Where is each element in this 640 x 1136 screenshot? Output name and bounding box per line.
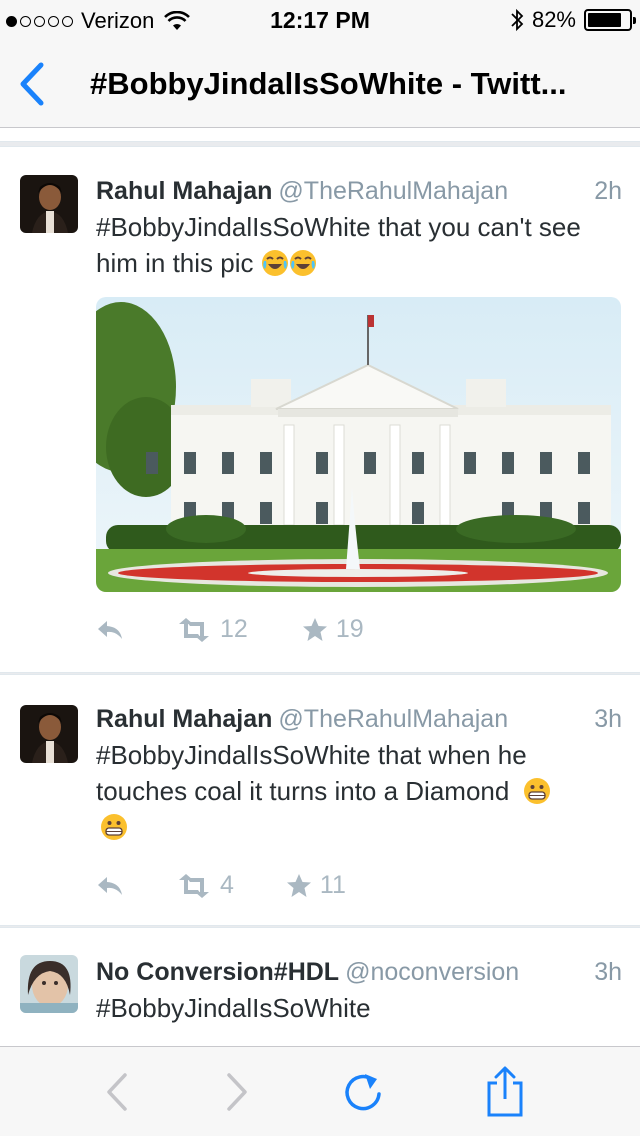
- retweet-button[interactable]: 12: [176, 615, 248, 644]
- tweet-time: 2h: [594, 177, 622, 205]
- grimacing-emoji: [523, 778, 550, 804]
- retweet-count: 4: [220, 871, 234, 899]
- avatar[interactable]: [20, 705, 78, 763]
- bluetooth-icon: [511, 8, 524, 32]
- back-button[interactable]: [12, 60, 52, 108]
- chevron-left-icon: [20, 62, 44, 106]
- previous-tweet-edge: [0, 128, 640, 142]
- reply-button[interactable]: [96, 875, 124, 897]
- tears-of-joy-emoji: [261, 250, 288, 276]
- author-handle[interactable]: @TheRahulMahajan: [278, 177, 508, 205]
- reload-icon: [345, 1074, 381, 1111]
- back-arrow-icon: [107, 1073, 127, 1111]
- grimacing-emoji: [101, 814, 127, 840]
- favorite-count: 19: [335, 615, 364, 643]
- battery-percent: 82%: [531, 7, 576, 32]
- avatar[interactable]: [20, 175, 78, 233]
- tears-of-joy-emoji: [289, 250, 316, 276]
- tweet-actions: 12 19: [96, 615, 364, 644]
- star-icon: [302, 617, 327, 641]
- retweet-count: 12: [220, 615, 248, 643]
- status-right: 82%: [510, 7, 636, 33]
- white-house-photo[interactable]: [96, 297, 621, 592]
- tweet-header: No Conversion#HDL @noconversion 3h: [96, 958, 622, 987]
- tweet-text-line: #BobbyJindalIsSoWhite that when he: [96, 740, 527, 770]
- author-name[interactable]: Rahul Mahajan: [96, 177, 272, 205]
- author-handle[interactable]: @TheRahulMahajan: [278, 705, 508, 733]
- tweet-text-line: touches coal it turns into a Diamond: [96, 776, 510, 806]
- tweet[interactable]: No Conversion#HDL @noconversion 3h #Bobby…: [0, 927, 640, 1046]
- retweet-icon: [179, 873, 209, 898]
- reply-icon: [98, 620, 122, 639]
- browser-forward-button[interactable]: [212, 1067, 262, 1117]
- tweet[interactable]: Rahul Mahajan @TheRahulMahajan 2h #BobbyJ…: [0, 146, 640, 673]
- tweet-text: #BobbyJindalIsSoWhite that when he touch…: [96, 737, 610, 845]
- reply-icon: [98, 876, 122, 895]
- tweet-time: 3h: [594, 705, 622, 733]
- browser-back-button[interactable]: [92, 1067, 142, 1117]
- tweet-text: #BobbyJindalIsSoWhite that you can't see…: [96, 209, 610, 281]
- favorite-button[interactable]: 19: [302, 615, 364, 644]
- tweet-feed[interactable]: Rahul Mahajan @TheRahulMahajan 2h #BobbyJ…: [0, 128, 640, 1046]
- share-icon: [487, 1066, 523, 1117]
- tweet-actions: 4 11: [96, 871, 346, 900]
- author-name[interactable]: Rahul Mahajan: [96, 705, 272, 733]
- retweet-icon: [179, 617, 209, 642]
- tweet-header: Rahul Mahajan @TheRahulMahajan 2h: [96, 177, 622, 206]
- status-bar: Verizon 12:17 PM 82%: [0, 0, 640, 40]
- star-icon: [286, 873, 311, 897]
- battery-icon: [584, 9, 636, 31]
- page-title: #BobbyJindalIsSoWhite - Twitt...: [90, 66, 567, 101]
- share-button[interactable]: [480, 1066, 530, 1117]
- browser-toolbar: [0, 1046, 640, 1136]
- navigation-bar: #BobbyJindalIsSoWhite - Twitt...: [0, 40, 640, 128]
- reload-button[interactable]: [338, 1067, 388, 1117]
- author-handle[interactable]: @noconversion: [345, 958, 519, 986]
- favorite-button[interactable]: 11: [286, 871, 346, 900]
- retweet-button[interactable]: 4: [176, 871, 234, 900]
- tweet-text-content: #BobbyJindalIsSoWhite: [96, 993, 371, 1023]
- forward-arrow-icon: [227, 1073, 247, 1111]
- tweet-text-content: #BobbyJindalIsSoWhite that you can't see…: [96, 212, 581, 278]
- tweet[interactable]: Rahul Mahajan @TheRahulMahajan 3h #BobbyJ…: [0, 674, 640, 926]
- reply-button[interactable]: [96, 619, 124, 641]
- author-name[interactable]: No Conversion#HDL: [96, 958, 339, 986]
- tweet-text: #BobbyJindalIsSoWhite: [96, 990, 610, 1026]
- tweet-time: 3h: [594, 958, 622, 986]
- favorite-count: 11: [319, 871, 346, 899]
- avatar[interactable]: [20, 955, 78, 1013]
- tweet-header: Rahul Mahajan @TheRahulMahajan 3h: [96, 705, 622, 734]
